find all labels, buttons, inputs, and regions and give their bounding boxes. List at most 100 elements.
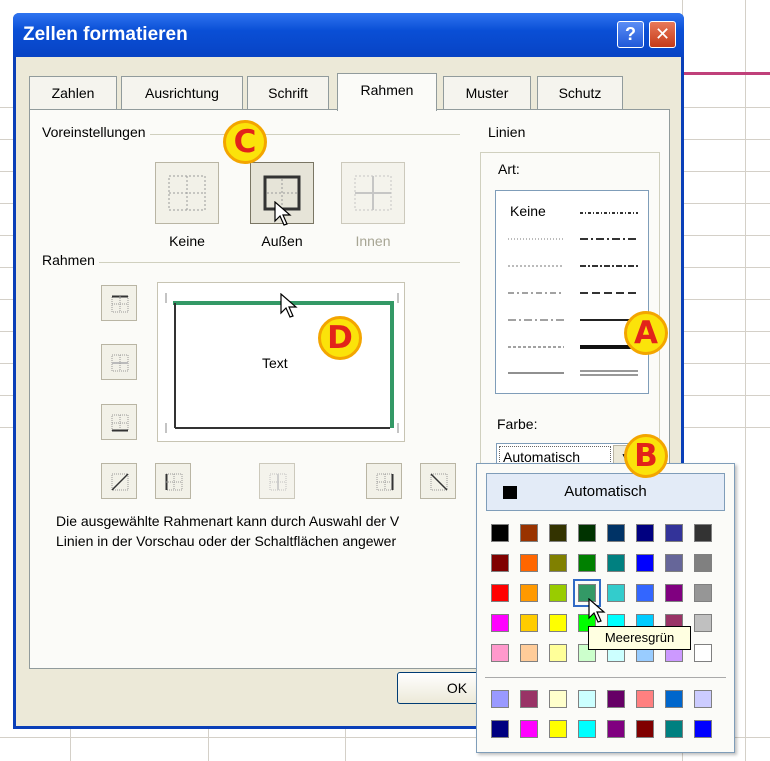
color-swatch[interactable] [520,720,538,738]
color-swatch[interactable] [578,524,596,542]
color-swatch[interactable] [694,614,712,632]
border-bottom-icon [111,414,129,432]
preset-inside-label: Innen [355,233,391,249]
grid-line [345,729,346,761]
border-inside-vertical-button[interactable] [259,463,295,499]
mouse-pointer-icon [274,201,292,226]
preset-none-button[interactable] [155,162,219,224]
color-swatch[interactable] [549,524,567,542]
color-swatch[interactable] [520,584,538,602]
color-swatch[interactable] [549,584,567,602]
color-swatch[interactable] [491,614,509,632]
lines-group-label: Linien [488,124,530,140]
color-swatch[interactable] [665,690,683,708]
tab-schutz[interactable]: Schutz [537,76,623,110]
tab-rahmen[interactable]: Rahmen [337,73,437,111]
border-inside-vertical-icon [269,473,287,491]
color-swatch[interactable] [607,554,625,572]
color-swatch[interactable] [549,554,567,572]
color-swatch[interactable] [491,584,509,602]
color-swatch[interactable] [549,614,567,632]
preset-inside-button[interactable] [341,162,405,224]
info-text-line-2: Linien in der Vorschau oder der Schaltfl… [56,533,397,549]
color-swatch[interactable] [491,720,509,738]
color-swatch[interactable] [520,644,538,662]
color-swatch[interactable] [491,524,509,542]
callout-b-badge: B [624,434,668,478]
color-swatch[interactable] [520,614,538,632]
color-swatch[interactable] [607,584,625,602]
border-group-label: Rahmen [42,252,99,268]
border-inside-horizontal-icon [111,354,129,372]
tab-muster[interactable]: Muster [443,76,531,110]
border-top-button[interactable] [101,285,137,321]
color-swatch[interactable] [694,554,712,572]
dialog-title-bar[interactable]: Zellen formatieren ? ✕ [13,13,684,57]
preset-inside-icon [354,175,392,211]
color-swatch[interactable] [665,720,683,738]
color-swatch[interactable] [636,524,654,542]
grid-line [70,729,71,761]
color-swatch[interactable] [694,584,712,602]
color-swatch[interactable] [491,690,509,708]
color-swatch[interactable] [520,554,538,572]
preset-outline-label: Außen [261,233,303,249]
automatic-color-label: Automatisch [564,483,647,500]
color-swatch[interactable] [607,690,625,708]
color-swatch[interactable] [607,524,625,542]
color-swatch[interactable] [578,690,596,708]
border-diagonal-down-icon [430,473,448,491]
border-inside-horizontal-button[interactable] [101,344,137,380]
palette-divider [485,677,726,678]
color-swatch[interactable] [694,524,712,542]
color-swatch[interactable] [665,554,683,572]
info-text-line-1: Die ausgewählte Rahmenart kann durch Aus… [56,513,400,529]
color-swatch[interactable] [607,720,625,738]
line-color-label: Farbe: [497,416,538,432]
tab-ausrichtung[interactable]: Ausrichtung [121,76,243,110]
border-bottom-button[interactable] [101,404,137,440]
tab-zahlen[interactable]: Zahlen [29,76,117,110]
color-swatch[interactable] [665,584,683,602]
help-button[interactable]: ? [617,21,644,48]
preview-text: Text [262,355,288,371]
color-swatch[interactable] [694,644,712,662]
color-swatch[interactable] [520,524,538,542]
color-swatch[interactable] [636,584,654,602]
border-left-button[interactable] [155,463,191,499]
color-swatch[interactable] [520,690,538,708]
line-style-samples [508,212,638,376]
preset-none-label: Keine [169,233,205,249]
dialog-title: Zellen formatieren [23,24,188,45]
color-swatch[interactable] [578,720,596,738]
color-swatch[interactable] [694,720,712,738]
close-button[interactable]: ✕ [649,21,676,48]
color-swatch[interactable] [636,690,654,708]
mouse-pointer-icon [280,293,298,318]
border-diagonal-up-button[interactable] [101,463,137,499]
border-right-icon [376,473,394,491]
color-swatch[interactable] [549,644,567,662]
color-tooltip: Meeresgrün [588,626,691,650]
mouse-pointer-icon [588,598,606,623]
color-swatch[interactable] [549,690,567,708]
callout-d-badge: D [318,316,362,360]
tab-schrift[interactable]: Schrift [247,76,329,110]
color-swatch[interactable] [665,524,683,542]
automatic-color-button[interactable]: Automatisch [486,473,725,511]
color-swatch[interactable] [636,720,654,738]
line-style-label: Art: [498,161,520,177]
preset-none-icon [168,175,206,211]
color-swatch[interactable] [549,720,567,738]
color-swatch[interactable] [694,690,712,708]
color-swatch[interactable] [491,554,509,572]
line-style-list[interactable]: Keine [495,190,649,394]
color-swatch[interactable] [636,554,654,572]
color-swatch[interactable] [491,644,509,662]
border-right-button[interactable] [366,463,402,499]
border-diagonal-down-button[interactable] [420,463,456,499]
callout-c-badge: C [223,120,267,164]
border-left-icon [165,473,183,491]
presets-group-label: Voreinstellungen [42,124,150,140]
color-swatch[interactable] [578,554,596,572]
